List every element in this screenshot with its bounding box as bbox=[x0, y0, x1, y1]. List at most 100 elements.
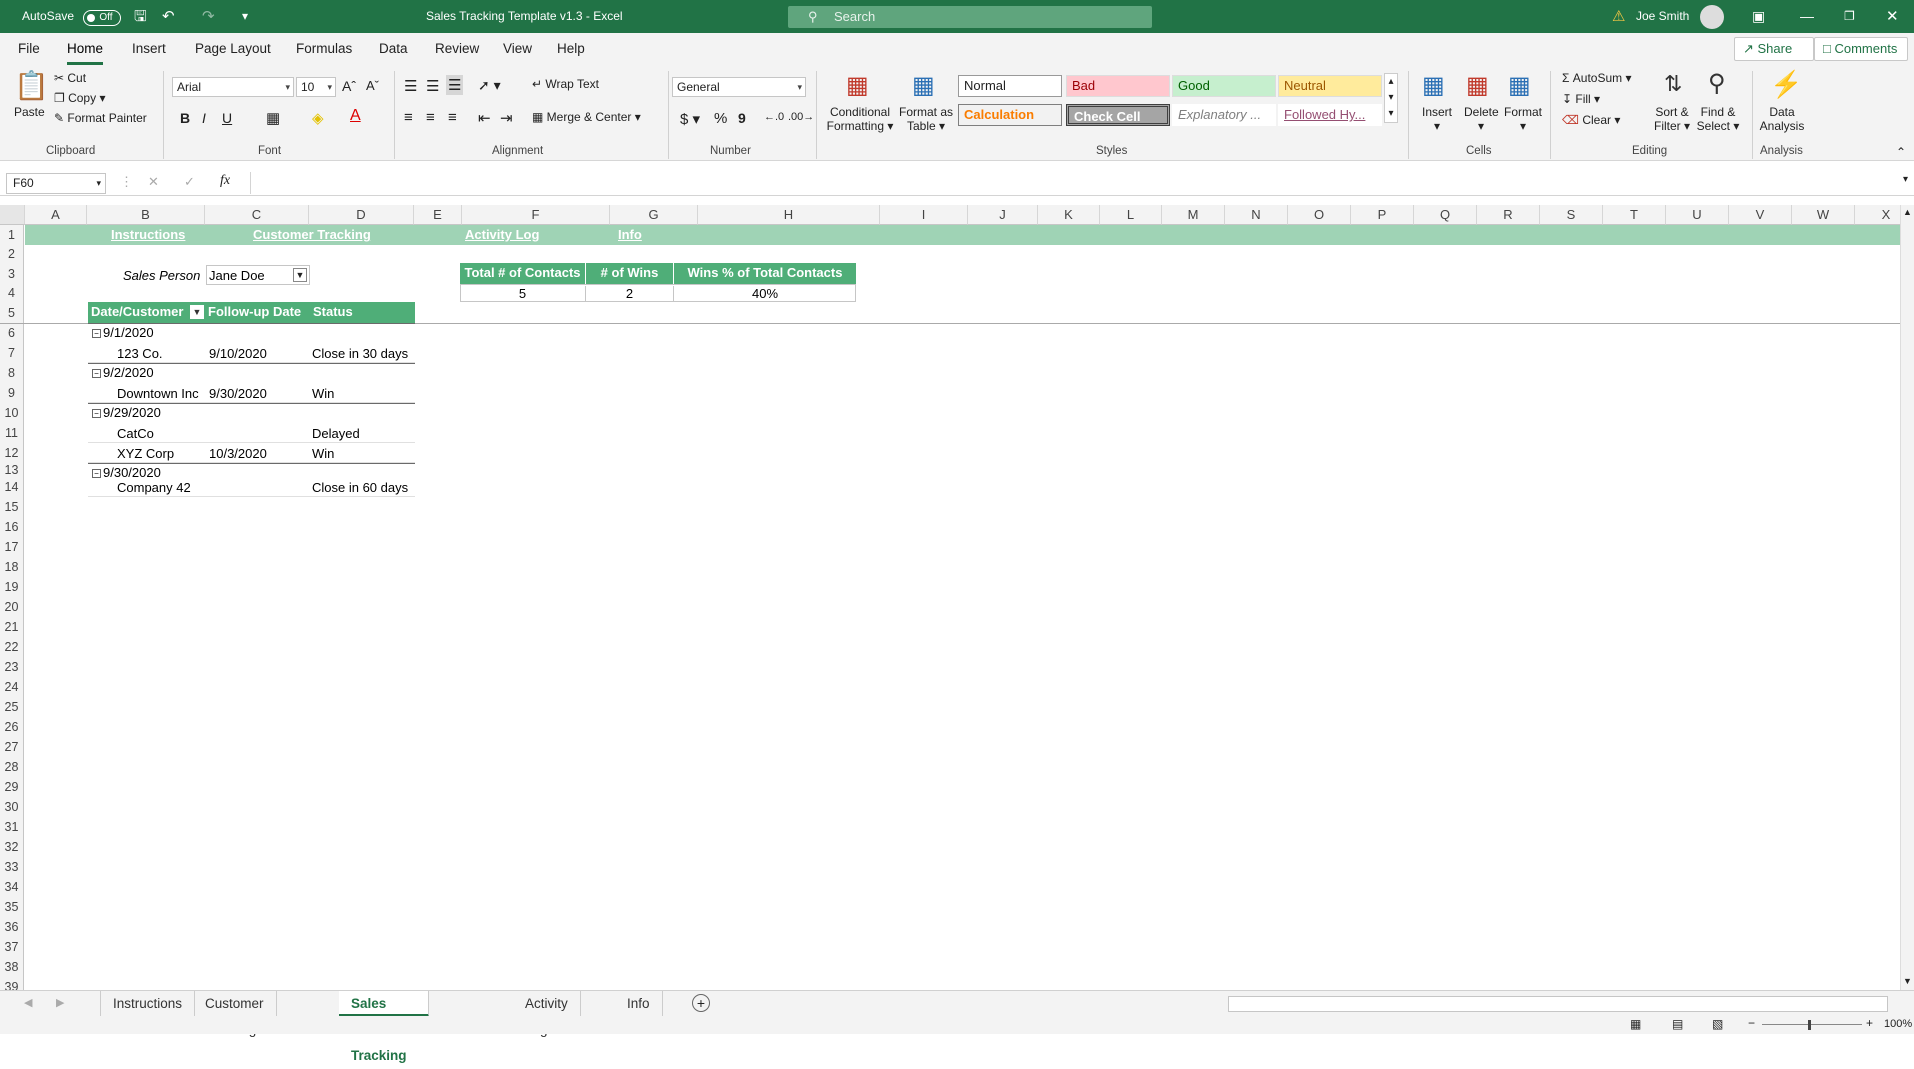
scroll-down-icon[interactable]: ▼ bbox=[1903, 976, 1912, 986]
column-header-b[interactable]: B bbox=[87, 205, 205, 225]
column-header-q[interactable]: Q bbox=[1414, 205, 1477, 225]
styles-scroll-icon[interactable]: ▴ ▾ ▾ bbox=[1384, 73, 1398, 123]
page-layout-view-icon[interactable]: ▤ bbox=[1672, 1017, 1683, 1031]
tab-formulas[interactable]: Formulas bbox=[296, 33, 352, 65]
copy-button[interactable]: ❐ Copy ▾ bbox=[54, 91, 105, 105]
cut-button[interactable]: ✂ Cut bbox=[54, 71, 86, 85]
worksheet-grid[interactable]: ABCDEFGHIJKLMNOPQRSTUVWXYZ 1234567891011… bbox=[0, 205, 1914, 990]
align-bottom-icon[interactable]: ☰ bbox=[446, 75, 464, 95]
row-header[interactable]: 28 bbox=[0, 757, 24, 777]
row-header[interactable]: 8 bbox=[0, 363, 24, 383]
vertical-scrollbar[interactable]: ▲ ▼ bbox=[1900, 205, 1914, 990]
delete-cells-icon[interactable]: ▦ bbox=[1466, 71, 1489, 100]
collapse-icon[interactable]: − bbox=[92, 469, 101, 479]
share-button[interactable]: ↗ Share bbox=[1734, 37, 1814, 61]
row-header[interactable]: 15 bbox=[0, 497, 24, 517]
format-cells-icon[interactable]: ▦ bbox=[1508, 71, 1531, 100]
row-header[interactable]: 11 bbox=[0, 423, 24, 443]
column-header-n[interactable]: N bbox=[1225, 205, 1288, 225]
column-header-c[interactable]: C bbox=[205, 205, 309, 225]
sales-person-filter[interactable]: Jane Doe ▼ bbox=[206, 265, 310, 285]
row-header[interactable]: 38 bbox=[0, 957, 24, 977]
row-header[interactable]: 23 bbox=[0, 657, 24, 677]
row-header[interactable]: 37 bbox=[0, 937, 24, 957]
row-header[interactable]: 3 bbox=[0, 264, 24, 284]
avatar[interactable] bbox=[1700, 5, 1724, 29]
paste-button[interactable]: Paste bbox=[14, 105, 45, 119]
tab-review[interactable]: Review bbox=[435, 33, 479, 65]
row-header[interactable]: 17 bbox=[0, 537, 24, 557]
style-explanatory[interactable]: Explanatory ... bbox=[1172, 104, 1276, 126]
row-header[interactable]: 20 bbox=[0, 597, 24, 617]
row-header[interactable]: 13 bbox=[0, 463, 24, 477]
column-header-r[interactable]: R bbox=[1477, 205, 1540, 225]
font-name-select[interactable]: Arial ▾ bbox=[172, 77, 294, 97]
pivot-header-date-customer[interactable]: Date/Customer ▼ bbox=[88, 302, 206, 323]
sheet-tab-info[interactable]: Info bbox=[615, 991, 663, 1017]
nav-link-customer-tracking[interactable]: Customer Tracking bbox=[253, 227, 371, 242]
row-header[interactable]: 6 bbox=[0, 323, 24, 343]
row-header[interactable]: 19 bbox=[0, 577, 24, 597]
sort-filter-button[interactable]: Sort & Filter ▾ bbox=[1652, 105, 1692, 133]
row-header[interactable]: 30 bbox=[0, 797, 24, 817]
column-header-j[interactable]: J bbox=[968, 205, 1038, 225]
decrease-font-icon[interactable]: Aˇ bbox=[366, 78, 379, 93]
row-header[interactable]: 14 bbox=[0, 477, 24, 497]
row-header[interactable]: 32 bbox=[0, 837, 24, 857]
restore-icon[interactable]: ❐ bbox=[1844, 0, 1855, 33]
column-header-t[interactable]: T bbox=[1603, 205, 1666, 225]
find-select-icon[interactable]: ⚲ bbox=[1708, 69, 1726, 98]
tab-insert[interactable]: Insert bbox=[132, 33, 166, 65]
align-right-icon[interactable]: ≡ bbox=[448, 109, 457, 126]
column-header-f[interactable]: F bbox=[462, 205, 610, 225]
format-painter-button[interactable]: ✎ Format Painter bbox=[54, 111, 147, 125]
row-header[interactable]: 31 bbox=[0, 817, 24, 837]
row-header[interactable]: 2 bbox=[0, 245, 24, 264]
collapse-icon[interactable]: − bbox=[92, 409, 101, 419]
row-header[interactable]: 26 bbox=[0, 717, 24, 737]
format-cells-button[interactable]: Format ▾ bbox=[1504, 105, 1542, 133]
style-good[interactable]: Good bbox=[1172, 75, 1276, 97]
cancel-icon[interactable]: ✕ bbox=[148, 174, 159, 190]
pivot-filter-icon[interactable]: ▼ bbox=[190, 305, 204, 319]
autosave-control[interactable]: AutoSave Off bbox=[22, 0, 122, 33]
delete-cells-button[interactable]: Delete ▾ bbox=[1464, 105, 1499, 133]
insert-cells-button[interactable]: Insert ▾ bbox=[1420, 105, 1454, 133]
merge-center-button[interactable]: ▦ Merge & Center ▾ bbox=[532, 110, 641, 124]
conditional-formatting-button[interactable]: Conditional Formatting ▾ bbox=[826, 105, 894, 133]
collapse-ribbon-icon[interactable]: ⌃ bbox=[1896, 145, 1906, 159]
row-header[interactable]: 39 bbox=[0, 977, 24, 990]
row-header[interactable]: 10 bbox=[0, 403, 24, 423]
paste-icon[interactable]: 📋 bbox=[14, 69, 49, 102]
nav-link-info[interactable]: Info bbox=[618, 227, 642, 242]
sheet-tab-customer-tracking[interactable]: Customer Tracking bbox=[193, 991, 277, 1037]
row-header[interactable]: 12 bbox=[0, 443, 24, 463]
column-header-o[interactable]: O bbox=[1288, 205, 1351, 225]
comma-button[interactable]: 9 bbox=[738, 110, 746, 126]
borders-icon[interactable]: ▦ bbox=[266, 109, 280, 127]
row-header[interactable]: 27 bbox=[0, 737, 24, 757]
minimize-icon[interactable]: — bbox=[1800, 0, 1814, 33]
row-header[interactable]: 5 bbox=[0, 303, 24, 323]
bold-button[interactable]: B bbox=[180, 110, 190, 126]
column-header-s[interactable]: S bbox=[1540, 205, 1603, 225]
style-calculation[interactable]: Calculation bbox=[958, 104, 1062, 126]
undo-icon[interactable]: ↶ bbox=[162, 0, 175, 33]
select-all-corner[interactable] bbox=[0, 205, 25, 225]
zoom-in-icon[interactable]: + bbox=[1866, 1016, 1873, 1030]
pivot-group-date[interactable]: −9/29/2020 bbox=[92, 405, 161, 420]
row-header[interactable]: 22 bbox=[0, 637, 24, 657]
pivot-group-date[interactable]: −9/1/2020 bbox=[92, 325, 154, 340]
wrap-text-button[interactable]: ↵ Wrap Text bbox=[532, 77, 599, 91]
column-header-l[interactable]: L bbox=[1100, 205, 1162, 225]
style-check-cell[interactable]: Check Cell bbox=[1066, 104, 1170, 126]
sort-filter-icon[interactable]: ⇅ bbox=[1664, 71, 1682, 97]
align-middle-icon[interactable]: ☰ bbox=[426, 77, 439, 95]
column-header-m[interactable]: M bbox=[1162, 205, 1225, 225]
increase-indent-icon[interactable]: ⇥ bbox=[500, 109, 513, 127]
column-header-g[interactable]: G bbox=[610, 205, 698, 225]
add-sheet-button[interactable]: + bbox=[692, 994, 710, 1012]
page-break-view-icon[interactable]: ▧ bbox=[1712, 1017, 1723, 1031]
align-center-icon[interactable]: ≡ bbox=[426, 109, 435, 126]
row-header[interactable]: 35 bbox=[0, 897, 24, 917]
